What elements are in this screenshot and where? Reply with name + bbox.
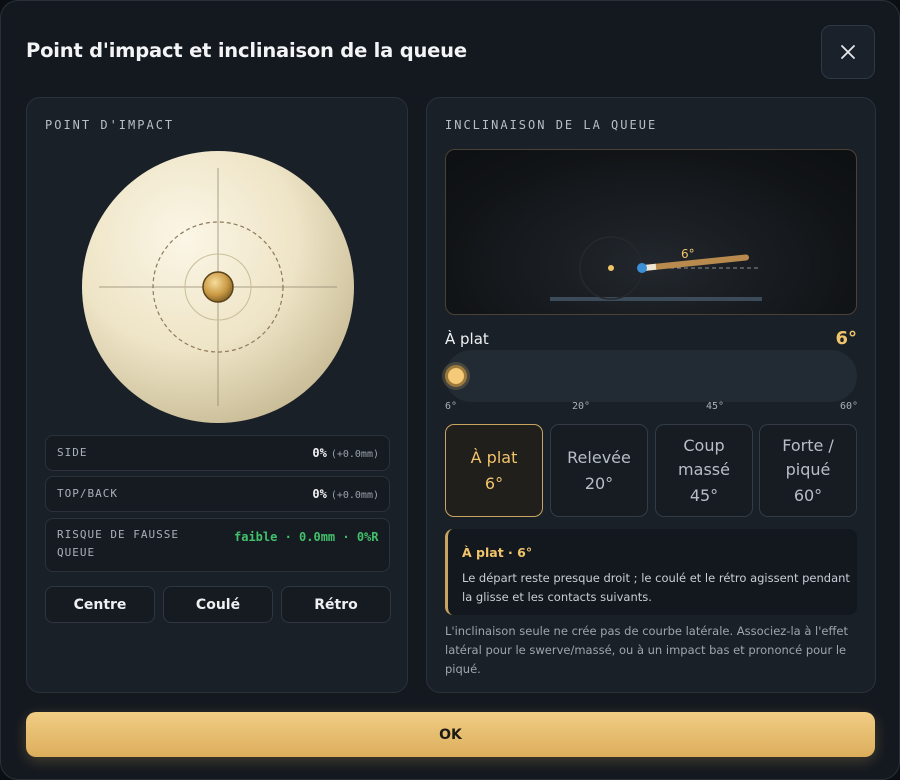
option-coup-masse[interactable]: Coup massé 45° <box>655 424 753 517</box>
option-coup-masse-deg: 45° <box>689 485 719 505</box>
option-relevee-deg: 20° <box>584 473 614 493</box>
impact-heading: POINT D'IMPACT <box>45 118 175 132</box>
ball-center-dot <box>608 265 614 271</box>
side-label: SIDE <box>57 446 88 459</box>
option-relevee[interactable]: Relevée 20° <box>550 424 648 517</box>
info-text: Le départ reste presque droit ; le coulé… <box>462 571 850 604</box>
option-a-plat-name: À plat <box>470 447 518 467</box>
impact-panel: POINT D'IMPACT SIDE 0% (+0.0mm) TOP/BACK… <box>26 97 408 693</box>
cue-elevation-diagram: 6° <box>445 149 857 315</box>
elevation-current-label: À plat <box>445 330 489 348</box>
elevation-info-box: À plat · 6° Le départ reste presque droi… <box>445 529 857 615</box>
topback-row: TOP/BACK 0% (+0.0mm) <box>45 476 390 512</box>
elevation-panel: INCLINAISON DE LA QUEUE 6° À plat 6° 6° … <box>426 97 876 693</box>
tick-6: 6° <box>445 401 458 412</box>
tick-45: 45° <box>706 401 725 412</box>
elevation-note: L'inclinaison seule ne crée pas de courb… <box>445 624 848 676</box>
topback-value: 0% (+0.0mm) <box>312 487 379 501</box>
option-forte-pique-name: Forte / piqué <box>782 435 834 479</box>
topback-label: TOP/BACK <box>57 487 118 500</box>
miscue-risk-value: faible · 0.0mm · 0%R <box>234 530 379 544</box>
tick-20: 20° <box>572 401 591 412</box>
info-title: À plat · 6° <box>462 545 533 560</box>
option-coup-masse-name: Coup massé <box>678 435 730 479</box>
cue-tip <box>637 263 647 273</box>
option-a-plat[interactable]: À plat 6° <box>445 424 543 517</box>
close-button[interactable] <box>821 25 875 79</box>
miscue-risk-row: RISQUE DE FAUSSE QUEUE faible · 0.0mm · … <box>45 518 390 572</box>
option-relevee-name: Relevée <box>567 447 631 467</box>
close-icon <box>841 45 855 59</box>
elevation-current-value: 6° <box>835 328 857 349</box>
dialog-title: Point d'impact et inclinaison de la queu… <box>26 39 467 62</box>
cue-ball-selector[interactable] <box>81 150 355 424</box>
preset-retro-button[interactable]: Rétro <box>281 586 391 623</box>
option-forte-pique-deg: 60° <box>793 485 823 505</box>
tick-60: 60° <box>840 401 859 412</box>
cue-ball <box>82 151 354 423</box>
impact-point-marker <box>202 271 234 303</box>
option-a-plat-deg: 6° <box>484 473 504 493</box>
cue-stick <box>641 254 749 271</box>
ok-button[interactable]: OK <box>26 712 875 757</box>
side-value: 0% (+0.0mm) <box>312 446 379 460</box>
elevation-slider-thumb[interactable] <box>445 365 467 387</box>
option-forte-pique[interactable]: Forte / piqué 60° <box>759 424 857 517</box>
preset-centre-button[interactable]: Centre <box>45 586 155 623</box>
diagram-angle-label: 6° <box>681 247 695 261</box>
side-row: SIDE 0% (+0.0mm) <box>45 435 390 471</box>
preset-coule-button[interactable]: Coulé <box>163 586 273 623</box>
impact-dialog: Point d'impact et inclinaison de la queu… <box>0 0 900 780</box>
elevation-slider[interactable] <box>445 350 857 402</box>
miscue-risk-label: RISQUE DE FAUSSE QUEUE <box>57 528 179 559</box>
elevation-heading: INCLINAISON DE LA QUEUE <box>445 118 658 132</box>
